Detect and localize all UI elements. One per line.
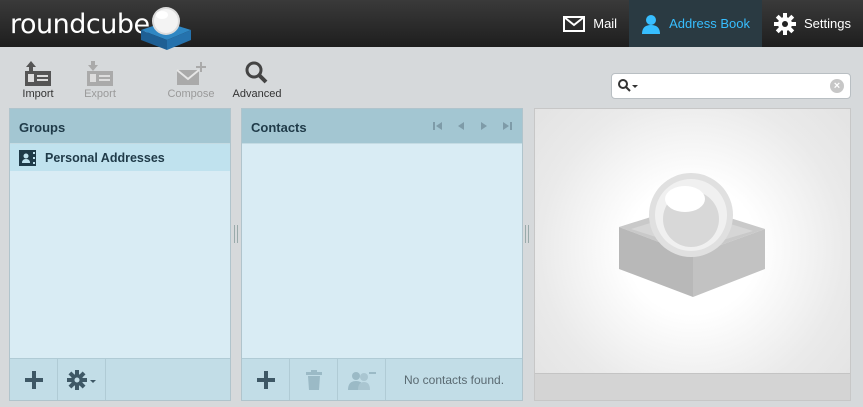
- logo-text: roundcube: [10, 9, 150, 40]
- last-page-icon[interactable]: [502, 121, 512, 131]
- search-options-icon[interactable]: [618, 79, 640, 93]
- address-book-icon: [19, 149, 36, 166]
- nav-settings[interactable]: Settings: [762, 0, 863, 47]
- add-contact-button[interactable]: [242, 359, 290, 400]
- advanced-search-button[interactable]: Advanced: [227, 57, 287, 103]
- contacts-header: Contacts: [242, 109, 522, 144]
- compose-label: Compose: [167, 88, 215, 100]
- group-item-label: Personal Addresses: [45, 150, 165, 165]
- contacts-splitter[interactable]: [525, 225, 529, 243]
- groups-title: Groups: [19, 120, 66, 135]
- preview-footer: [535, 373, 850, 400]
- delete-contact-button[interactable]: [290, 359, 338, 400]
- export-icon: [87, 61, 113, 86]
- compose-mail-icon: [176, 62, 206, 85]
- export-label: Export: [84, 88, 116, 100]
- person-icon: [642, 14, 661, 34]
- nav-mail-label: Mail: [593, 16, 618, 31]
- previous-page-icon[interactable]: [456, 121, 466, 131]
- import-label: Import: [22, 88, 54, 100]
- nav-mail[interactable]: Mail: [551, 0, 629, 47]
- clear-search-icon[interactable]: ×: [830, 79, 844, 93]
- roundcube-watermark-icon: [619, 173, 765, 297]
- contacts-footer: No contacts found.: [242, 358, 522, 400]
- gear-dropdown-icon: [66, 369, 96, 390]
- contacts-title: Contacts: [251, 120, 307, 135]
- remove-user-icon: [347, 371, 376, 390]
- nav-addressbook-label: Address Book: [669, 16, 751, 31]
- top-header: roundcube Mail Address Book Settings: [0, 0, 863, 50]
- contact-preview-panel: [534, 108, 851, 401]
- group-item-personal-addresses[interactable]: Personal Addresses: [10, 144, 230, 171]
- roundcube-logo[interactable]: roundcube: [10, 7, 191, 50]
- plus-icon: [256, 370, 275, 389]
- groups-splitter[interactable]: [234, 225, 238, 243]
- logo-cube-icon: [141, 7, 191, 50]
- import-icon: [25, 61, 51, 86]
- gear-icon: [774, 12, 797, 35]
- quick-search: ×: [611, 73, 851, 99]
- search-input[interactable]: [642, 77, 832, 95]
- nav-addressbook[interactable]: Address Book: [629, 0, 763, 47]
- nav-settings-label: Settings: [804, 16, 851, 31]
- group-options-button[interactable]: [58, 359, 106, 400]
- top-navigation: Mail Address Book Settings: [551, 0, 863, 47]
- compose-button[interactable]: Compose: [161, 57, 221, 103]
- groups-footer: [10, 358, 230, 400]
- next-page-icon[interactable]: [479, 121, 489, 131]
- contacts-panel: Contacts No contacts found.: [241, 108, 523, 401]
- magnifier-icon: [245, 61, 268, 84]
- first-page-icon[interactable]: [433, 121, 443, 131]
- toolbar: Import Export Compose Advanced: [0, 47, 600, 105]
- advanced-label: Advanced: [232, 88, 282, 100]
- contacts-pager: [433, 121, 512, 131]
- export-button[interactable]: Export: [70, 57, 130, 103]
- add-group-button[interactable]: [10, 359, 58, 400]
- groups-panel: Groups Personal Addresses: [9, 108, 231, 401]
- plus-icon: [24, 370, 43, 389]
- remove-from-group-button[interactable]: [338, 359, 386, 400]
- envelope-icon: [563, 15, 586, 32]
- groups-header: Groups: [10, 109, 230, 144]
- import-button[interactable]: Import: [8, 57, 68, 103]
- trash-icon: [305, 369, 322, 390]
- no-contacts-message: No contacts found.: [403, 372, 505, 387]
